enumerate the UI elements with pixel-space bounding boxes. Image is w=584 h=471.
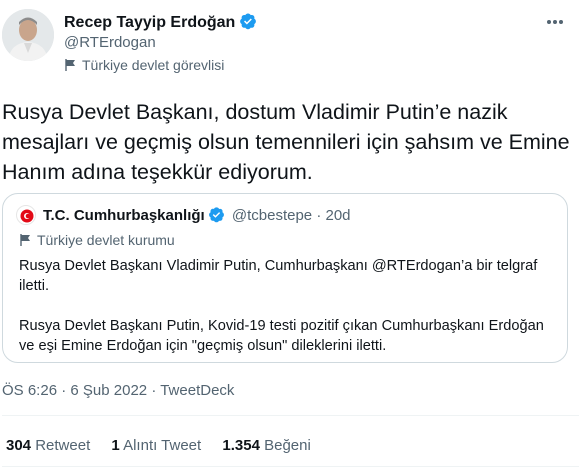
verified-badge-icon xyxy=(208,206,225,229)
likes-count: 1.354 xyxy=(222,437,260,454)
timestamp-separator-2: · xyxy=(151,382,157,399)
flag-icon xyxy=(19,233,32,251)
tweet-time[interactable]: ÖS 6:26 xyxy=(2,382,57,399)
divider xyxy=(2,466,579,467)
quoted-tweet-text: Rusya Devlet Başkanı Vladimir Putin, Cum… xyxy=(19,256,559,356)
likes-label: Beğeni xyxy=(264,437,311,454)
timestamp-separator: · xyxy=(61,382,67,399)
tweet-date[interactable]: 6 Şub 2022 xyxy=(70,382,147,399)
government-label: Türkiye devlet görevlisi xyxy=(64,56,224,76)
author-avatar[interactable] xyxy=(2,9,54,61)
quoted-government-label: Türkiye devlet kurumu xyxy=(19,231,175,251)
quotes-count: 1 xyxy=(111,437,120,454)
flag-icon xyxy=(64,58,77,76)
quoted-paragraph-1: Rusya Devlet Başkanı Vladimir Putin, Cum… xyxy=(19,258,538,294)
quoted-paragraph-2: Rusya Devlet Başkanı Putin, Kovid-19 tes… xyxy=(19,318,544,354)
author-handle[interactable]: @RTErdogan xyxy=(64,33,156,53)
divider xyxy=(2,415,579,416)
retweets-stat[interactable]: 304 Retweet xyxy=(6,436,90,456)
quoted-separator: · xyxy=(316,207,322,224)
quoted-government-label-text: Türkiye devlet kurumu xyxy=(37,232,175,248)
quoted-age[interactable]: 20d xyxy=(326,207,351,224)
quote-tweets-stat[interactable]: 1 Alıntı Tweet xyxy=(111,436,201,456)
government-label-text: Türkiye devlet görevlisi xyxy=(82,57,225,73)
tweet-timestamp: ÖS 6:26 · 6 Şub 2022 · TweetDeck xyxy=(2,381,234,401)
quoted-header: T.C. Cumhurbaşkanlığı @tcbestepe · 20d xyxy=(43,206,351,229)
more-options-icon[interactable] xyxy=(540,12,570,32)
quoted-author-name[interactable]: T.C. Cumhurbaşkanlığı xyxy=(43,207,205,224)
tweet-source[interactable]: TweetDeck xyxy=(160,382,234,399)
retweets-label: Retweet xyxy=(35,437,91,454)
tweet-stats: 304 Retweet 1 Alıntı Tweet 1.354 Beğeni xyxy=(6,436,328,456)
quoted-handle[interactable]: @tcbestepe xyxy=(232,207,312,224)
retweets-count: 304 xyxy=(6,437,32,454)
quotes-label: Alıntı Tweet xyxy=(123,437,202,454)
verified-badge-icon xyxy=(239,12,257,36)
author-name-text[interactable]: Recep Tayyip Erdoğan xyxy=(64,14,235,31)
tweet-header: Recep Tayyip Erdoğan @RTErdogan Türkiye … xyxy=(0,0,584,88)
tweet-text: Rusya Devlet Başkanı, dostum Vladimir Pu… xyxy=(2,100,570,184)
quoted-avatar[interactable] xyxy=(16,205,36,225)
likes-stat[interactable]: 1.354 Beğeni xyxy=(222,436,310,456)
quoted-tweet-card[interactable]: T.C. Cumhurbaşkanlığı @tcbestepe · 20d T… xyxy=(2,193,568,363)
